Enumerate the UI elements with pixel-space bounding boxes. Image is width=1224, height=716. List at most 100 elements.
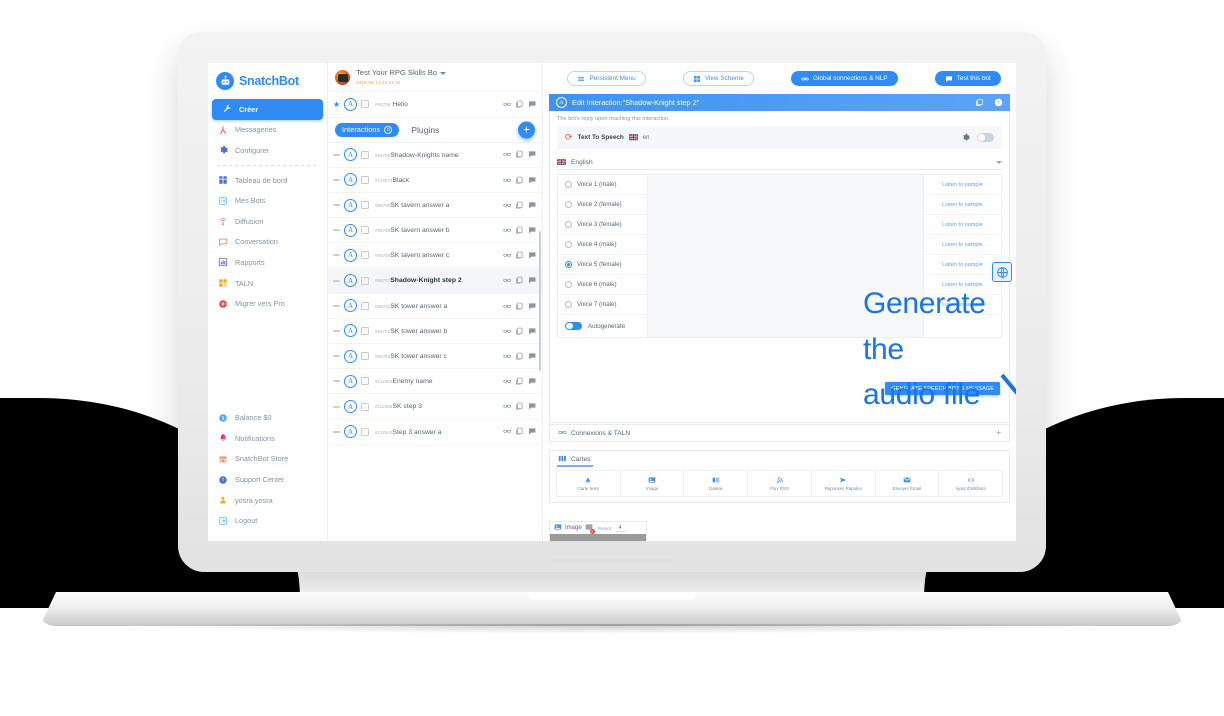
- link-icon[interactable]: [502, 352, 512, 361]
- card-type-button[interactable]: Galerie: [684, 471, 749, 496]
- card-type-button[interactable]: Image: [621, 471, 685, 496]
- voice-option[interactable]: Voice 4 (male): [558, 235, 647, 255]
- row-checkbox[interactable]: [361, 100, 369, 109]
- row-checkbox[interactable]: [361, 175, 369, 184]
- voice-option[interactable]: Voice 5 (female): [558, 255, 647, 275]
- comment-icon[interactable]: [528, 402, 537, 411]
- link-icon[interactable]: [502, 176, 512, 185]
- listen-to-sample-link[interactable]: Listen to sample: [924, 175, 1001, 195]
- link-icon[interactable]: [502, 251, 512, 260]
- link-icon[interactable]: [502, 402, 512, 411]
- listen-to-sample-link[interactable]: Listen to sample: [924, 255, 1001, 275]
- interaction-row[interactable]: A #116573Black: [328, 167, 542, 193]
- generate-speech-button[interactable]: GENERATE SPEECH BOT'S MESSAGE: [885, 382, 1000, 395]
- voice-option[interactable]: Voice 6 (male): [558, 275, 647, 295]
- interaction-row[interactable]: A #95791SK tower answer a: [328, 293, 542, 319]
- comment-icon[interactable]: [528, 276, 537, 285]
- autogenerate-row[interactable]: Autogenerate: [558, 315, 647, 337]
- copy-icon[interactable]: [515, 402, 524, 411]
- comment-icon[interactable]: [528, 150, 537, 159]
- row-checkbox[interactable]: [361, 226, 369, 235]
- sidebar-item-balance[interactable]: $ Balance $0: [208, 407, 327, 428]
- comment-icon[interactable]: [528, 251, 537, 260]
- global-connections-nlp-button[interactable]: Global connections & NLP: [790, 71, 898, 86]
- sidebar-item-user[interactable]: yosra yosra: [208, 490, 327, 511]
- view-scheme-button[interactable]: View Scheme: [682, 71, 754, 86]
- delay-value[interactable]: 4: [616, 525, 627, 532]
- voice-option[interactable]: Voice 1 (male): [558, 175, 647, 195]
- drag-handle[interactable]: [333, 329, 340, 332]
- card-type-button[interactable]: Ajout d'attributs: [939, 471, 1002, 496]
- interaction-list[interactable]: A #95795Shadow-Knights name A #116573Black…: [328, 142, 542, 541]
- copy-icon[interactable]: [515, 201, 524, 210]
- interaction-row[interactable]: A #112642Step 3 answer a: [328, 419, 542, 445]
- card-type-button[interactable]: Flux RSS: [748, 471, 812, 496]
- comment-icon[interactable]: [528, 427, 537, 436]
- copy-icon[interactable]: [515, 302, 524, 311]
- help-icon[interactable]: ?: [994, 98, 1003, 107]
- drag-handle[interactable]: [333, 153, 340, 156]
- drag-handle[interactable]: [333, 405, 340, 408]
- link-icon[interactable]: [502, 100, 512, 109]
- drag-handle[interactable]: [333, 204, 340, 206]
- global-connections-side-tab[interactable]: [992, 262, 1012, 282]
- drag-handle[interactable]: [333, 304, 340, 307]
- row-checkbox[interactable]: [361, 201, 369, 209]
- listen-to-sample-link[interactable]: Listen to sample: [924, 275, 1001, 295]
- link-icon[interactable]: [502, 276, 512, 285]
- listen-to-sample-link[interactable]: Listen to sample: [924, 295, 1001, 315]
- voice-option[interactable]: Voice 3 (female): [558, 215, 647, 235]
- voice-radio[interactable]: [565, 241, 572, 248]
- sidebar-item-configurer[interactable]: Configurer: [208, 140, 327, 161]
- interaction-row[interactable]: A #95795Shadow-Knights name: [328, 142, 542, 168]
- language-select[interactable]: English: [557, 155, 1002, 170]
- copy-icon[interactable]: [515, 251, 524, 260]
- voice-options-column[interactable]: Voice 1 (male) Voice 2 (female) Voice 3 (f…: [558, 175, 648, 337]
- sidebar-item-taln[interactable]: TALN: [208, 273, 327, 294]
- star-icon[interactable]: ★: [333, 100, 340, 109]
- sidebar-item-support-center[interactable]: ? Support Center: [208, 469, 327, 490]
- sidebar-item-rapports[interactable]: Rapports: [208, 252, 327, 273]
- list-scrollbar[interactable]: [539, 231, 541, 371]
- voice-option[interactable]: Voice 7 (male): [558, 295, 647, 315]
- card-type-button[interactable]: Envoyer Email: [876, 471, 940, 496]
- sidebar-item-mes-bots[interactable]: Mes Bots: [208, 190, 327, 211]
- comment-icon[interactable]: [528, 176, 537, 185]
- sidebar-item-creer[interactable]: Créer: [212, 99, 323, 120]
- bot-selector[interactable]: Test Your RPG Skills Bo 2018-08-13 22:22…: [328, 63, 542, 93]
- copy-icon[interactable]: [515, 276, 524, 285]
- drag-handle[interactable]: [333, 279, 340, 282]
- sidebar-item-conversation[interactable]: Conversation: [208, 232, 327, 253]
- sidebar-item-notifications[interactable]: Notifications: [208, 428, 327, 449]
- chevron-down-icon[interactable]: [440, 71, 447, 75]
- link-icon[interactable]: [502, 226, 512, 235]
- link-icon[interactable]: [502, 150, 512, 159]
- card-type-button[interactable]: Carte texte: [557, 471, 621, 496]
- voice-radio[interactable]: [565, 181, 572, 188]
- link-icon[interactable]: [502, 377, 512, 386]
- comment-icon[interactable]: [528, 226, 537, 235]
- copy-icon[interactable]: [515, 427, 524, 436]
- voice-radio[interactable]: [565, 221, 572, 228]
- sidebar-item-diffusion[interactable]: Diffusion: [208, 211, 327, 232]
- connexions-taln-section[interactable]: Connexions & TALN +: [549, 424, 1010, 442]
- image-card[interactable]: Image 0 Retard 4: [549, 521, 647, 541]
- comment-icon[interactable]: [528, 327, 537, 336]
- autogenerate-toggle[interactable]: [565, 321, 582, 331]
- add-interaction-button[interactable]: +: [518, 121, 535, 139]
- copy-icon[interactable]: [515, 327, 524, 336]
- copy-icon[interactable]: [515, 226, 524, 235]
- interaction-row[interactable]: A #95790SK tavern answer c: [328, 243, 542, 269]
- card-type-buttons[interactable]: Carte texte Image Galerie Flux RSS Réponses …: [556, 470, 1003, 497]
- drag-handle[interactable]: [333, 254, 340, 257]
- drag-handle[interactable]: [333, 430, 340, 433]
- duplicate-icon[interactable]: [975, 98, 984, 107]
- row-checkbox[interactable]: [361, 301, 369, 310]
- copy-icon[interactable]: [515, 352, 524, 361]
- drag-handle[interactable]: [333, 229, 340, 232]
- test-this-bot-button[interactable]: Test this bot: [934, 71, 1001, 86]
- voice-samples-column[interactable]: Listen to sample Listen to sample Listen t…: [923, 175, 1001, 337]
- row-checkbox[interactable]: [361, 150, 369, 159]
- row-checkbox[interactable]: [361, 377, 369, 386]
- comment-icon[interactable]: [528, 352, 537, 361]
